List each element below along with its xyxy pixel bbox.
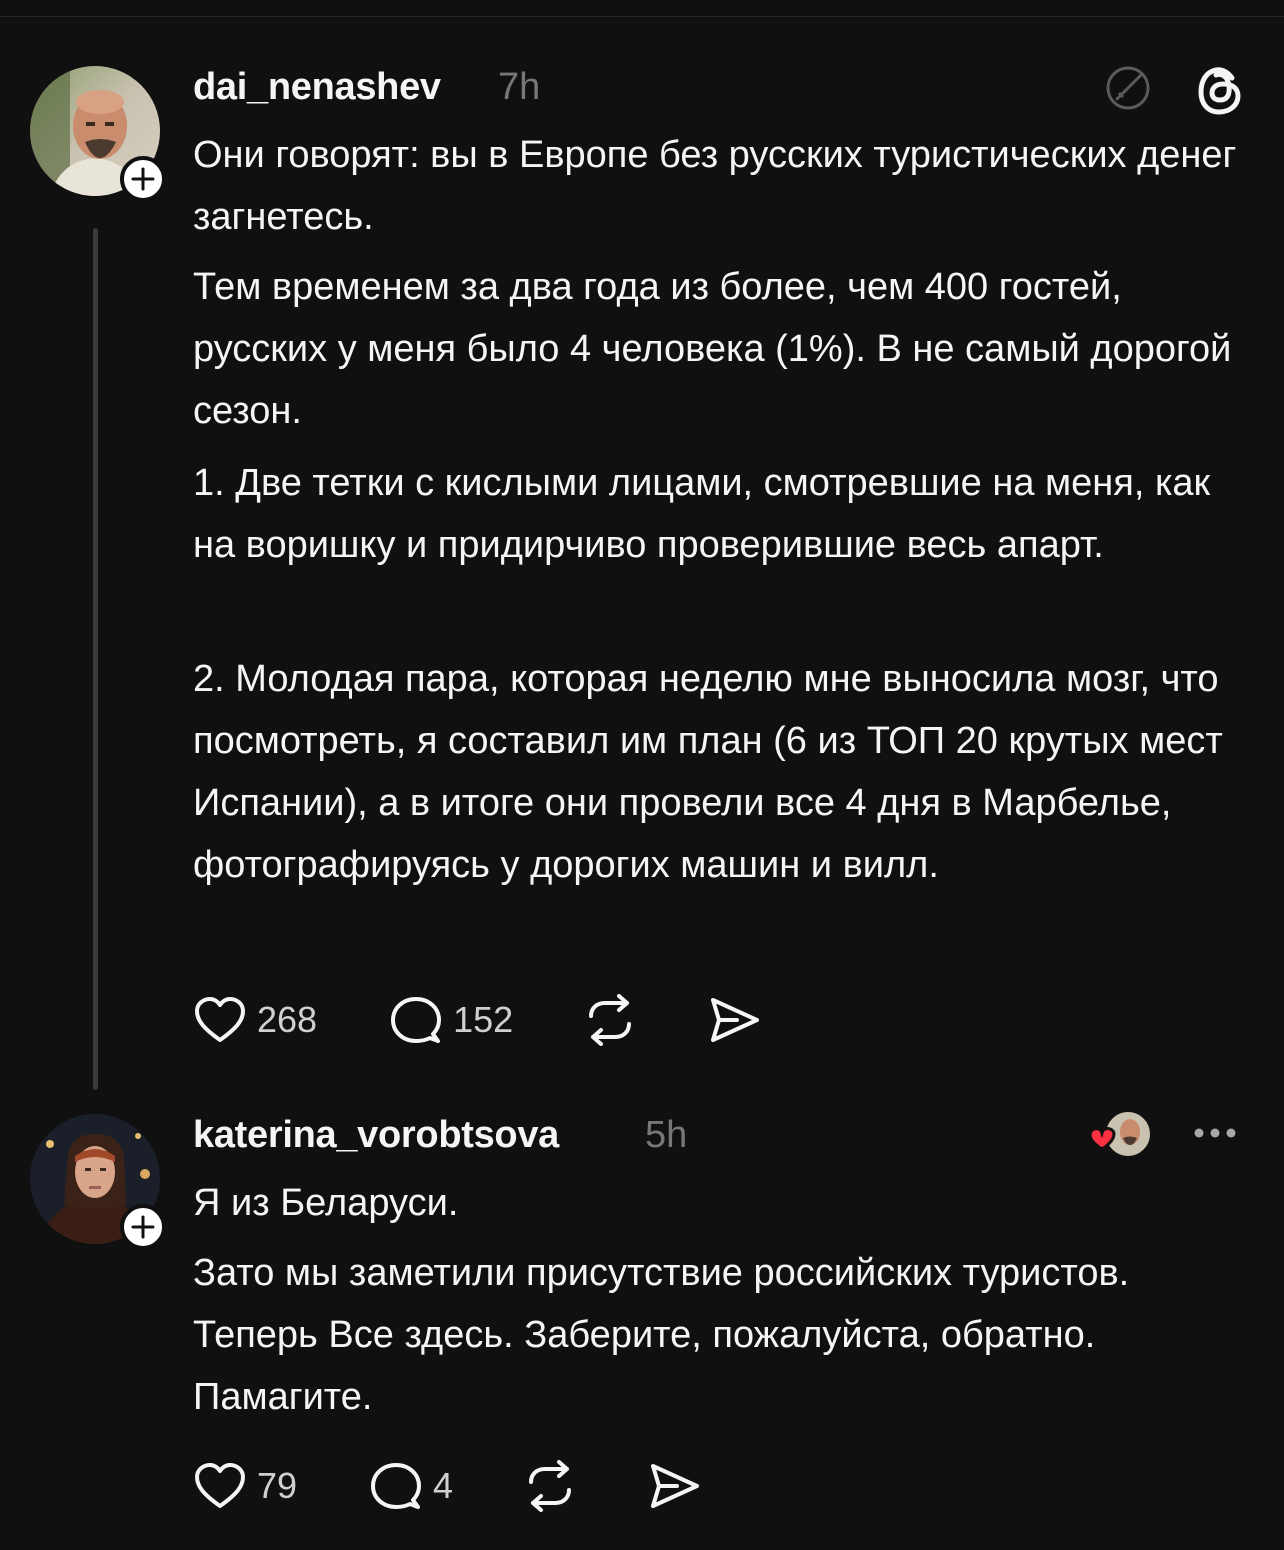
share-send-icon	[651, 1464, 700, 1508]
reply-text-paragraph: Я из Беларуси.	[193, 1182, 459, 1224]
post-text-paragraph: Тем временем за два года из более, чем 4…	[193, 266, 1232, 432]
reply-button[interactable]: 4	[369, 1460, 453, 1512]
post-actions-bar: 268 152	[193, 994, 761, 1046]
repost-button[interactable]	[583, 994, 637, 1046]
top-divider	[0, 16, 1284, 17]
comment-bubble-icon	[371, 1463, 422, 1509]
post-text-paragraph: Они говорят: вы в Европе без русских тур…	[193, 134, 1237, 238]
reply-count: 152	[453, 999, 514, 1040]
heart-icon	[195, 997, 245, 1042]
share-send-icon	[711, 998, 760, 1042]
more-dots-icon[interactable]	[1192, 1118, 1238, 1148]
threads-logo-icon[interactable]	[1194, 62, 1246, 118]
reply-actions-bar: 79 4	[193, 1460, 701, 1512]
like-count: 79	[257, 1465, 298, 1506]
heart-icon	[195, 1463, 245, 1508]
follow-plus-button[interactable]	[120, 1204, 166, 1250]
post-username[interactable]: dai_nenashev	[193, 66, 441, 109]
post-timestamp: 7h	[498, 66, 541, 108]
reply-count: 4	[433, 1465, 454, 1506]
plus-icon	[131, 1215, 155, 1239]
repost-icon	[589, 994, 632, 1046]
follow-plus-button[interactable]	[120, 156, 166, 202]
reply-text-paragraph: Зато мы заметили присутствие российских …	[193, 1252, 1130, 1418]
thread-connector-line	[93, 228, 98, 1090]
comment-bubble-icon	[391, 997, 442, 1043]
repost-button[interactable]	[523, 1460, 577, 1512]
post-text-paragraph: 2. Молодая пара, которая неделю мне выно…	[193, 658, 1223, 886]
repost-icon	[529, 1460, 572, 1512]
share-button[interactable]	[647, 1460, 701, 1512]
like-button[interactable]: 79	[193, 1461, 297, 1511]
like-count: 268	[257, 999, 318, 1040]
plus-icon	[131, 167, 155, 191]
like-button[interactable]: 268	[193, 995, 317, 1045]
share-button[interactable]	[707, 994, 761, 1046]
reply-username[interactable]: katerina_vorobtsova	[193, 1114, 559, 1157]
reply-timestamp: 5h	[645, 1114, 688, 1156]
reply-button[interactable]: 152	[389, 994, 513, 1046]
liked-by-author-badge	[1080, 1108, 1156, 1164]
post-text-paragraph: 1. Две тетки с кислыми лицами, смотревши…	[193, 462, 1211, 566]
edit-pencil-icon[interactable]	[1102, 62, 1154, 114]
